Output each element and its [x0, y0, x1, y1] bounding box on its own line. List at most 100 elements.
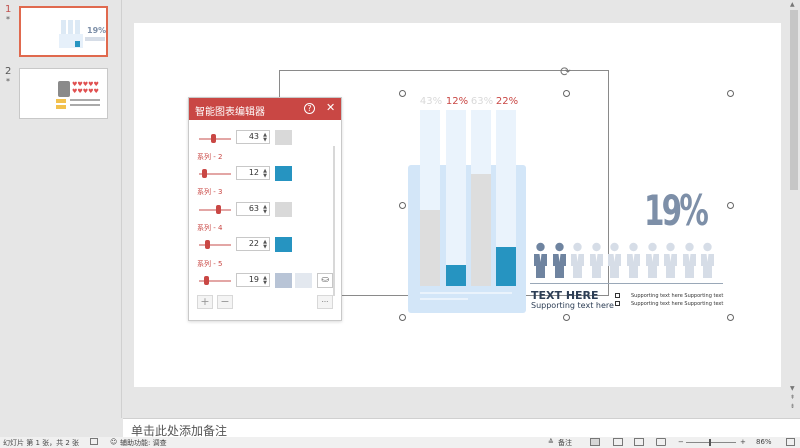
- percent-label-1: 43%: [419, 96, 443, 107]
- resize-handle-tm[interactable]: [563, 90, 570, 97]
- slide-number-1: 1: [5, 4, 12, 15]
- notes-button[interactable]: 备注: [558, 438, 572, 448]
- text-subtitle: Supporting text here: [531, 301, 614, 310]
- help-icon[interactable]: ?: [304, 103, 315, 114]
- slide-count: 幻灯片 第 1 张，共 2 张: [3, 439, 80, 447]
- reading-view-icon[interactable]: [634, 438, 644, 446]
- value-slider-4[interactable]: [199, 240, 231, 249]
- person-icon: [570, 242, 585, 279]
- fit-to-window-icon[interactable]: [786, 438, 795, 446]
- paint-bucket-icon[interactable]: ⛀: [317, 273, 333, 288]
- tube-1[interactable]: [420, 110, 440, 286]
- person-icon: [626, 242, 641, 279]
- value-slider-5[interactable]: [199, 276, 231, 285]
- tube-2[interactable]: [446, 110, 466, 286]
- resize-handle-tl[interactable]: [399, 90, 406, 97]
- color-swatch-1[interactable]: [275, 130, 292, 145]
- slide-thumbnail-1[interactable]: 19%: [19, 6, 108, 57]
- scrollbar-thumb[interactable]: [790, 10, 798, 190]
- resize-handle-ml[interactable]: [399, 202, 406, 209]
- close-icon[interactable]: ✕: [326, 102, 335, 114]
- zoom-in-icon[interactable]: +: [740, 438, 746, 446]
- resize-handle-bl[interactable]: [399, 314, 406, 321]
- accessibility-status[interactable]: 辅助功能: 调查: [120, 438, 167, 448]
- tube-4[interactable]: [496, 110, 516, 286]
- beaker-decor-line: [420, 292, 512, 294]
- tube-3[interactable]: [471, 110, 491, 286]
- series-label-3: 系列 - 3: [197, 188, 223, 196]
- resize-handle-tr[interactable]: [727, 90, 734, 97]
- color-swatch-5b[interactable]: [295, 273, 312, 288]
- zoom-level[interactable]: 86%: [756, 438, 772, 446]
- slider-knob-1[interactable]: [211, 134, 216, 143]
- slider-knob-2[interactable]: [202, 169, 207, 178]
- normal-view-icon[interactable]: [590, 438, 600, 446]
- resize-handle-bm[interactable]: [563, 314, 570, 321]
- bullet-box-icon: [615, 301, 620, 306]
- person-icon: [607, 242, 622, 279]
- slide-sorter-icon[interactable]: [613, 438, 623, 446]
- person-icon: [645, 242, 660, 279]
- slider-knob-4[interactable]: [205, 240, 210, 249]
- panel-scrollbar[interactable]: [333, 146, 335, 296]
- slide-1-marker: *: [6, 15, 10, 24]
- bullet-box-icon: [615, 293, 620, 298]
- value-input-3[interactable]: 63 ▲ ▼: [236, 202, 270, 216]
- zoom-slider[interactable]: [686, 442, 736, 443]
- notes-pane[interactable]: 单击此处添加备注: [123, 418, 800, 438]
- value-input-5[interactable]: 19 ▲ ▼: [236, 273, 270, 287]
- series-label-5: 系列 - 5: [197, 260, 223, 268]
- thumbnail-percent: 19%: [87, 26, 107, 35]
- spellcheck-icon[interactable]: [90, 438, 98, 445]
- value-slider-2[interactable]: [199, 169, 231, 178]
- beaker-decor-line: [420, 298, 468, 300]
- color-swatch-4[interactable]: [275, 237, 292, 252]
- editor-header: 智能图表编辑器 ? ✕: [189, 98, 341, 120]
- value-slider-1[interactable]: [199, 134, 231, 143]
- slideshow-icon[interactable]: [656, 438, 666, 446]
- divider-line: [530, 283, 723, 284]
- color-swatch-3[interactable]: [275, 202, 292, 217]
- rotate-handle-icon[interactable]: ⟳: [560, 66, 574, 80]
- spin-down-icon[interactable]: ▼: [263, 281, 267, 286]
- resize-handle-mr[interactable]: [727, 202, 734, 209]
- slide-thumbnail-pane: 1 * 19% 2 * ♥♥♥♥♥ ♥♥♥♥♥: [0, 0, 122, 418]
- percent-label-2: 12%: [445, 96, 469, 107]
- spin-down-icon[interactable]: ▼: [263, 245, 267, 250]
- more-options-button[interactable]: ···: [317, 295, 333, 309]
- zoom-out-icon[interactable]: −: [678, 438, 684, 446]
- value-slider-3[interactable]: [199, 205, 231, 214]
- person-icon: [589, 242, 604, 279]
- person-icon: [700, 242, 715, 279]
- scroll-down-icon[interactable]: ▼: [790, 385, 795, 392]
- slider-knob-3[interactable]: [216, 205, 221, 214]
- spin-down-icon[interactable]: ▼: [263, 210, 267, 215]
- accessibility-icon[interactable]: ☺: [110, 438, 117, 446]
- remove-series-button[interactable]: −: [217, 295, 233, 309]
- series-label-4: 系列 - 4: [197, 224, 223, 232]
- previous-slide-icon[interactable]: ⇞: [790, 394, 795, 401]
- slide-2-marker: *: [6, 77, 10, 86]
- color-swatch-2[interactable]: [275, 166, 292, 181]
- tube-fill-3: [471, 174, 491, 286]
- spin-down-icon[interactable]: ▼: [263, 174, 267, 179]
- next-slide-icon[interactable]: ⇟: [790, 403, 795, 410]
- vertical-scrollbar[interactable]: ▲ ▼ ⇞ ⇟: [788, 0, 800, 418]
- resize-handle-br[interactable]: [727, 314, 734, 321]
- supporting-line-2: Supporting text here Supporting text: [631, 301, 724, 307]
- slider-knob-5[interactable]: [204, 276, 209, 285]
- value-input-4[interactable]: 22 ▲ ▼: [236, 237, 270, 251]
- spin-down-icon[interactable]: ▼: [263, 138, 267, 143]
- slide-thumbnail-2[interactable]: ♥♥♥♥♥ ♥♥♥♥♥: [19, 68, 108, 119]
- series-label-2: 系列 - 2: [197, 153, 223, 161]
- value-input-2[interactable]: 12 ▲ ▼: [236, 166, 270, 180]
- add-series-button[interactable]: +: [197, 295, 213, 309]
- zoom-slider-thumb[interactable]: [709, 439, 711, 446]
- notes-icon[interactable]: ≙: [548, 438, 554, 446]
- scroll-up-icon[interactable]: ▲: [790, 1, 795, 8]
- person-icon: [663, 242, 678, 279]
- person-icon: [552, 242, 567, 279]
- value-input-1[interactable]: 43 ▲ ▼: [236, 130, 270, 144]
- color-swatch-5[interactable]: [275, 273, 292, 288]
- slide-number-2: 2: [5, 66, 12, 77]
